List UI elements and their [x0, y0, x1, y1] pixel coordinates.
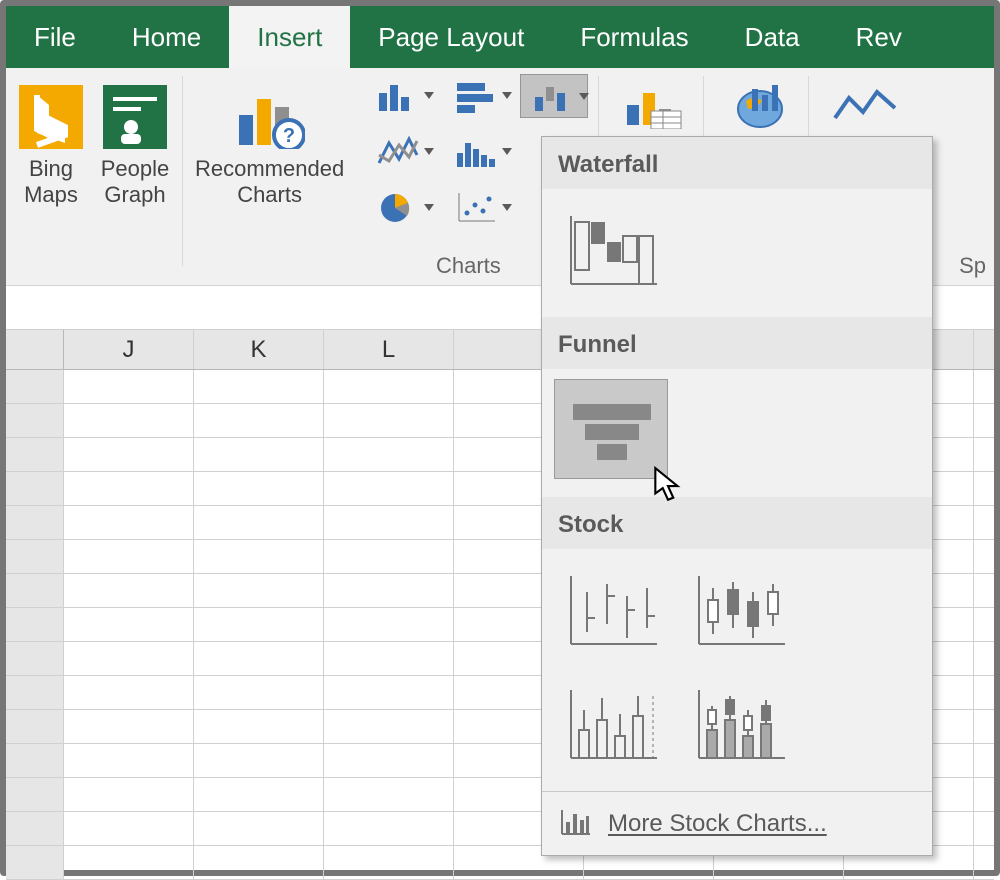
- bar-chart-button[interactable]: [442, 74, 510, 118]
- cell[interactable]: [324, 574, 454, 607]
- cell[interactable]: [64, 574, 194, 607]
- cell[interactable]: [64, 608, 194, 641]
- tab-page-layout[interactable]: Page Layout: [350, 6, 552, 68]
- cell[interactable]: [194, 812, 324, 845]
- histogram-button[interactable]: [442, 130, 510, 174]
- 3d-map-icon: [724, 82, 796, 130]
- cell[interactable]: [324, 404, 454, 437]
- cell[interactable]: [324, 778, 454, 811]
- stock-hlc-option[interactable]: [554, 559, 668, 659]
- cell[interactable]: [194, 642, 324, 675]
- dropdown-section-waterfall: Waterfall: [542, 137, 932, 189]
- cell[interactable]: [194, 710, 324, 743]
- cell[interactable]: [324, 506, 454, 539]
- 3d-map-button[interactable]: [720, 78, 800, 134]
- dropdown-section-funnel: Funnel: [542, 317, 932, 369]
- cell[interactable]: [194, 438, 324, 471]
- cell[interactable]: [194, 472, 324, 505]
- cell[interactable]: [194, 370, 324, 403]
- cell[interactable]: [64, 812, 194, 845]
- cell[interactable]: [64, 472, 194, 505]
- cell[interactable]: [324, 846, 454, 879]
- tab-file[interactable]: File: [6, 6, 104, 68]
- cell[interactable]: [324, 676, 454, 709]
- cell[interactable]: [194, 540, 324, 573]
- cell[interactable]: [64, 710, 194, 743]
- charts-group-label: Charts: [436, 253, 501, 279]
- cell[interactable]: [324, 540, 454, 573]
- recommended-charts-label: Recommended Charts: [195, 156, 344, 208]
- bing-maps-label: Bing Maps: [24, 156, 78, 208]
- col-header[interactable]: L: [324, 330, 454, 369]
- people-graph-icon: [100, 82, 170, 152]
- more-stock-charts-link[interactable]: More Stock Charts...: [542, 791, 932, 855]
- cell[interactable]: [64, 370, 194, 403]
- col-header[interactable]: K: [194, 330, 324, 369]
- tab-data[interactable]: Data: [717, 6, 828, 68]
- more-stock-charts-label: More Stock Charts...: [608, 810, 827, 838]
- stock-ohlc-option[interactable]: [682, 559, 796, 659]
- tab-formulas[interactable]: Formulas: [552, 6, 716, 68]
- pivot-chart-button[interactable]: [615, 78, 695, 134]
- bing-maps-button[interactable]: Bing Maps: [12, 78, 90, 212]
- sparklines-group-label: Sp: [959, 253, 986, 279]
- stock-vohlc-option[interactable]: [682, 673, 796, 773]
- bing-maps-icon: [16, 82, 86, 152]
- line-chart-button[interactable]: [364, 130, 432, 174]
- cell[interactable]: [64, 676, 194, 709]
- pie-chart-button[interactable]: [364, 186, 432, 230]
- cell[interactable]: [64, 778, 194, 811]
- cell[interactable]: [64, 642, 194, 675]
- scatter-chart-button[interactable]: [442, 186, 510, 230]
- column-chart-button[interactable]: [364, 74, 432, 118]
- cell[interactable]: [194, 608, 324, 641]
- cell[interactable]: [324, 642, 454, 675]
- cell[interactable]: [64, 744, 194, 777]
- cell[interactable]: [324, 370, 454, 403]
- tab-home[interactable]: Home: [104, 6, 229, 68]
- cell[interactable]: [194, 676, 324, 709]
- pivot-chart-icon: [619, 82, 691, 130]
- waterfall-chart-button[interactable]: [520, 74, 588, 118]
- cell[interactable]: [194, 744, 324, 777]
- cell[interactable]: [324, 744, 454, 777]
- cell[interactable]: [324, 472, 454, 505]
- cell[interactable]: [324, 710, 454, 743]
- cell[interactable]: [194, 506, 324, 539]
- tab-insert[interactable]: Insert: [229, 6, 350, 68]
- cell[interactable]: [324, 438, 454, 471]
- svg-text:?: ?: [282, 125, 294, 147]
- cell[interactable]: [194, 574, 324, 607]
- people-graph-label: People Graph: [101, 156, 170, 208]
- tab-review[interactable]: Rev: [828, 6, 912, 68]
- funnel-option[interactable]: [554, 379, 668, 479]
- ribbon-tabs: File Home Insert Page Layout Formulas Da…: [6, 6, 994, 68]
- cell[interactable]: [194, 404, 324, 437]
- cell[interactable]: [64, 846, 194, 879]
- recommended-charts-button[interactable]: ? Recommended Charts: [191, 78, 348, 212]
- cell[interactable]: [194, 846, 324, 879]
- more-stock-charts-icon: [558, 806, 592, 841]
- cell[interactable]: [324, 812, 454, 845]
- cell[interactable]: [64, 438, 194, 471]
- cell[interactable]: [64, 506, 194, 539]
- stock-vhlc-option[interactable]: [554, 673, 668, 773]
- waterfall-option[interactable]: [554, 199, 668, 299]
- recommended-charts-icon: ?: [235, 82, 305, 152]
- people-graph-button[interactable]: People Graph: [96, 78, 174, 212]
- cell[interactable]: [64, 540, 194, 573]
- cell[interactable]: [324, 608, 454, 641]
- cell[interactable]: [194, 778, 324, 811]
- cell[interactable]: [64, 404, 194, 437]
- dropdown-section-stock: Stock: [542, 497, 932, 549]
- col-header[interactable]: J: [64, 330, 194, 369]
- chart-dropdown-panel: Waterfall Funnel Stock: [541, 136, 933, 856]
- line-sparkline-icon: [829, 82, 901, 130]
